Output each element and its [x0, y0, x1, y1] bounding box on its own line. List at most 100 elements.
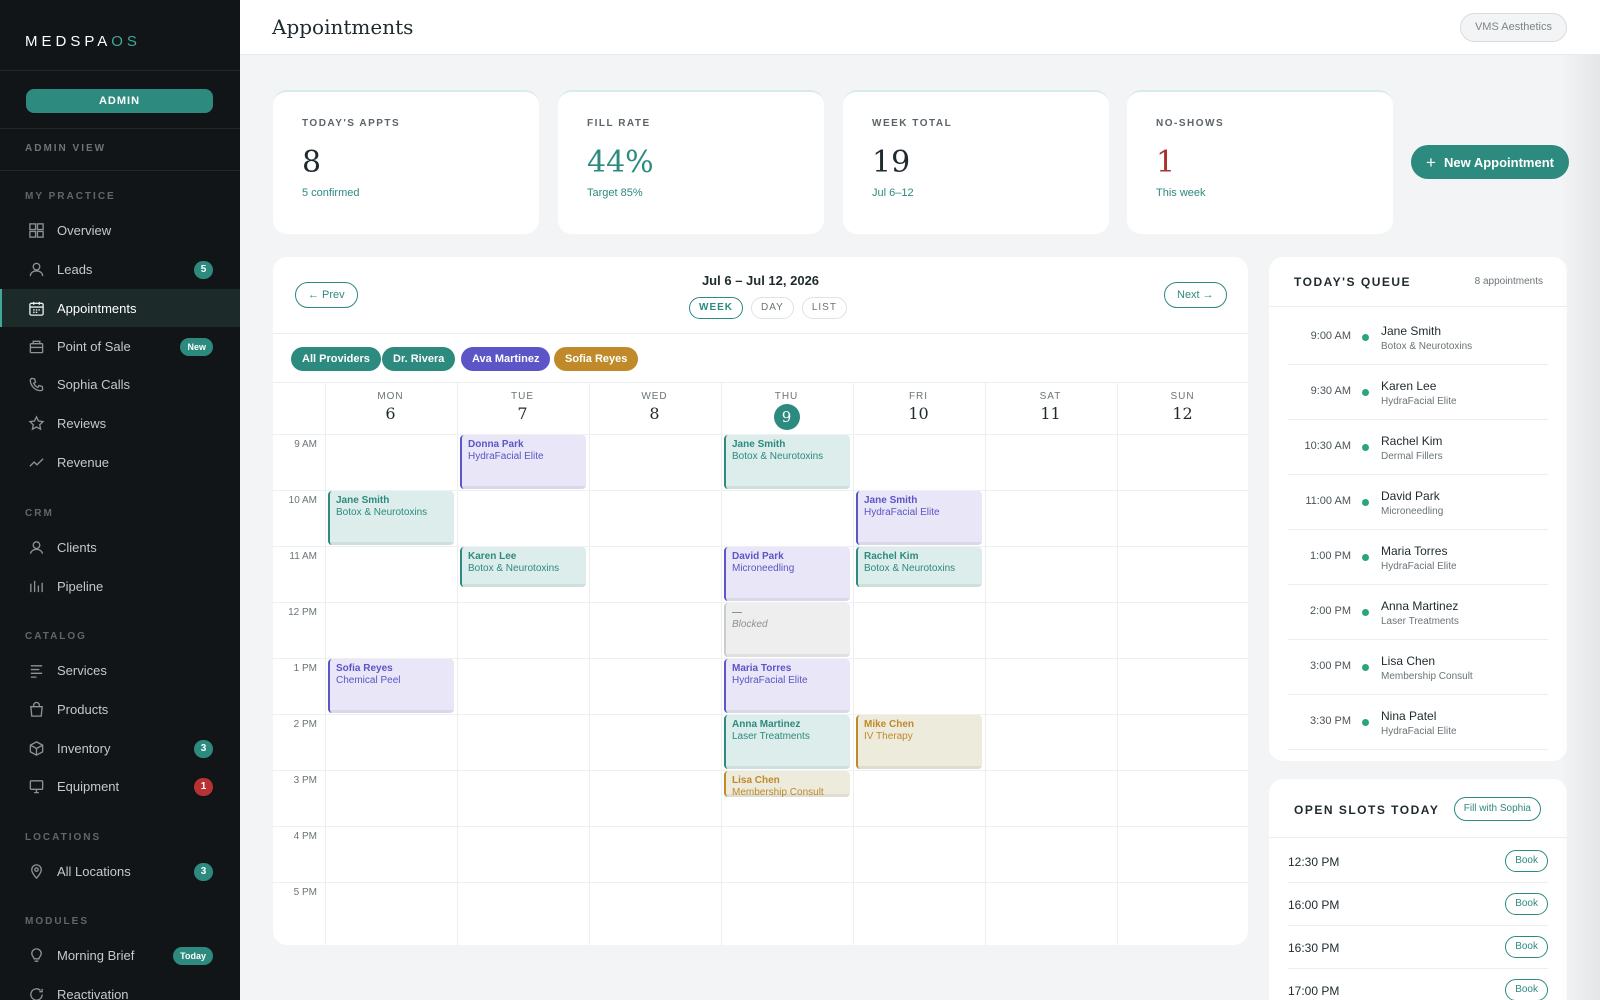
new-appointment-button[interactable]: + New Appointment — [1411, 145, 1569, 179]
star-icon — [27, 414, 45, 432]
status-dot — [1362, 389, 1369, 396]
queue-service: HydraFacial Elite — [1381, 726, 1457, 737]
equipment-alert-badge: 1 — [194, 778, 213, 796]
hour-label: 9 AM — [294, 439, 317, 450]
status-dot — [1362, 554, 1369, 561]
sidebar-item-overview[interactable]: Overview — [0, 211, 240, 249]
appointment-block[interactable]: Jane Smith HydraFacial Elite — [856, 491, 982, 545]
book-slot-button[interactable]: Book — [1505, 936, 1548, 958]
sidebar-item-morning-brief[interactable]: Morning Brief Today — [0, 936, 240, 974]
stat-value: 1 — [1156, 145, 1176, 180]
appointment-block[interactable]: Maria Torres HydraFacial Elite — [724, 659, 850, 713]
queue-row[interactable]: 3:00 PM Lisa Chen Membership Consult — [1288, 640, 1548, 695]
tab-week[interactable]: WEEK — [689, 297, 743, 319]
sidebar-item-inventory[interactable]: Inventory 3 — [0, 729, 240, 767]
day-header[interactable]: SAT 11 — [985, 391, 1116, 423]
bar-chart-icon — [27, 577, 45, 595]
fill-with-sophia-button[interactable]: Fill with Sophia — [1453, 797, 1541, 821]
provider-filter-all[interactable]: All Providers — [291, 347, 381, 371]
appointment-block[interactable]: Karen Lee Botox & Neurotoxins — [460, 547, 586, 587]
appointment-bottom-edge — [330, 542, 454, 545]
appointment-client: Karen Lee — [468, 551, 517, 562]
sidebar-item-services[interactable]: Services — [0, 651, 240, 689]
day-header[interactable]: TUE 7 — [457, 391, 588, 423]
open-slot-row: 16:30 PM Book — [1288, 927, 1548, 969]
clinic-switcher[interactable]: VMS Aesthetics — [1459, 13, 1567, 42]
sidebar-item-sophia-calls[interactable]: Sophia Calls — [0, 365, 240, 403]
day-header[interactable]: THU 9 — [721, 391, 852, 430]
day-header[interactable]: SUN 12 — [1117, 391, 1248, 423]
sidebar-item-point-of-sale[interactable]: Point of Sale New — [0, 327, 240, 365]
sidebar-item-clients[interactable]: Clients — [0, 528, 240, 566]
book-slot-button[interactable]: Book — [1505, 979, 1548, 1000]
sidebar-item-label: Inventory — [57, 740, 111, 756]
queue-service: Microneedling — [1381, 506, 1444, 517]
provider-filter-sofia-reyes[interactable]: Sofia Reyes — [554, 347, 639, 371]
sidebar-item-leads[interactable]: Leads 5 — [0, 250, 240, 288]
queue-row[interactable]: 3:30 PM Nina Patel HydraFacial Elite — [1288, 695, 1548, 750]
sidebar-item-reviews[interactable]: Reviews — [0, 404, 240, 442]
divider — [273, 333, 1248, 334]
provider-filter-ava-martinez[interactable]: Ava Martinez — [461, 347, 551, 371]
queue-count: 8 appointments — [1474, 276, 1543, 287]
new-appointment-label: New Appointment — [1443, 154, 1554, 170]
tab-list[interactable]: LIST — [801, 297, 847, 319]
day-name: TUE — [511, 391, 534, 402]
appointment-service: Botox & Neurotoxins — [864, 563, 956, 574]
stat-card-week-total: WEEK TOTAL 19 Jul 6–12 — [843, 90, 1109, 234]
sidebar-item-all-locations[interactable]: All Locations 3 — [0, 852, 240, 890]
appointment-client: Donna Park — [468, 439, 524, 450]
sidebar-item-reactivation[interactable]: Reactivation — [0, 975, 240, 1000]
day-header[interactable]: MON 6 — [325, 391, 456, 423]
book-slot-button[interactable]: Book — [1505, 893, 1548, 915]
queue-row[interactable]: 10:30 AM Rachel Kim Dermal Fillers — [1288, 420, 1548, 475]
appointment-block[interactable]: Sofia Reyes Chemical Peel — [328, 659, 454, 713]
day-header[interactable]: WED 8 — [589, 391, 720, 423]
queue-title: TODAY'S QUEUE — [1294, 275, 1412, 289]
hour-label: 1 PM — [293, 663, 317, 674]
sidebar-item-label: All Locations — [57, 863, 131, 879]
divider — [1269, 837, 1567, 838]
divider — [273, 382, 1248, 383]
appointment-block[interactable]: David Park Microneedling — [724, 547, 850, 601]
queue-row[interactable]: 9:30 AM Karen Lee HydraFacial Elite — [1288, 365, 1548, 420]
queue-row[interactable]: 1:00 PM Maria Torres HydraFacial Elite — [1288, 530, 1548, 585]
sidebar-item-label: Overview — [57, 222, 112, 238]
tab-day[interactable]: DAY — [751, 297, 794, 319]
refresh-icon — [27, 985, 45, 1000]
book-slot-button[interactable]: Book — [1505, 850, 1548, 872]
blocked-time-block[interactable]: — Blocked — [724, 603, 850, 657]
sidebar-item-equipment[interactable]: Equipment 1 — [0, 767, 240, 805]
queue-row[interactable]: 11:00 AM David Park Microneedling — [1288, 475, 1548, 530]
sidebar-item-label: Sophia Calls — [57, 376, 130, 392]
appointment-block[interactable]: Jane Smith Botox & Neurotoxins — [724, 435, 850, 489]
appointment-block[interactable]: Jane Smith Botox & Neurotoxins — [328, 491, 454, 545]
appointment-client: David Park — [732, 551, 784, 562]
sidebar-item-revenue[interactable]: Revenue — [0, 443, 240, 481]
appointment-block[interactable]: Donna Park HydraFacial Elite — [460, 435, 586, 489]
hour-label: 10 AM — [288, 495, 317, 506]
grid-icon — [27, 221, 45, 239]
open-slot-row: 12:30 PM Book — [1288, 841, 1548, 883]
provider-filter-dr-rivera[interactable]: Dr. Rivera — [382, 347, 456, 371]
day-column-divider — [457, 382, 458, 945]
stat-subtext: Target 85% — [587, 187, 643, 199]
sidebar-item-products[interactable]: Products — [0, 690, 240, 728]
open-slots-title: OPEN SLOTS TODAY — [1294, 803, 1440, 817]
appointment-block[interactable]: Lisa Chen Membership Consult — [724, 771, 850, 797]
sidebar-item-label: Pipeline — [57, 578, 104, 594]
sidebar-item-pipeline[interactable]: Pipeline — [0, 567, 240, 605]
day-header[interactable]: FRI 10 — [853, 391, 984, 423]
appointment-service: HydraFacial Elite — [732, 675, 808, 686]
admin-button[interactable]: ADMIN — [26, 89, 213, 113]
appointment-block[interactable]: Rachel Kim Botox & Neurotoxins — [856, 547, 982, 587]
next-week-button[interactable]: Next → — [1164, 282, 1227, 308]
queue-client: David Park — [1381, 489, 1440, 503]
sidebar-item-appointments[interactable]: Appointments — [0, 289, 240, 327]
queue-client: Karen Lee — [1381, 379, 1437, 393]
queue-row[interactable]: 2:00 PM Anna Martinez Laser Treatments — [1288, 585, 1548, 640]
queue-row[interactable]: 9:00 AM Jane Smith Botox & Neurotoxins — [1288, 310, 1548, 365]
appointment-block[interactable]: Mike Chen IV Therapy — [856, 715, 982, 769]
appointment-block[interactable]: Anna Martinez Laser Treatments — [724, 715, 850, 769]
app-logo[interactable]: MEDSPAOS — [25, 33, 141, 50]
